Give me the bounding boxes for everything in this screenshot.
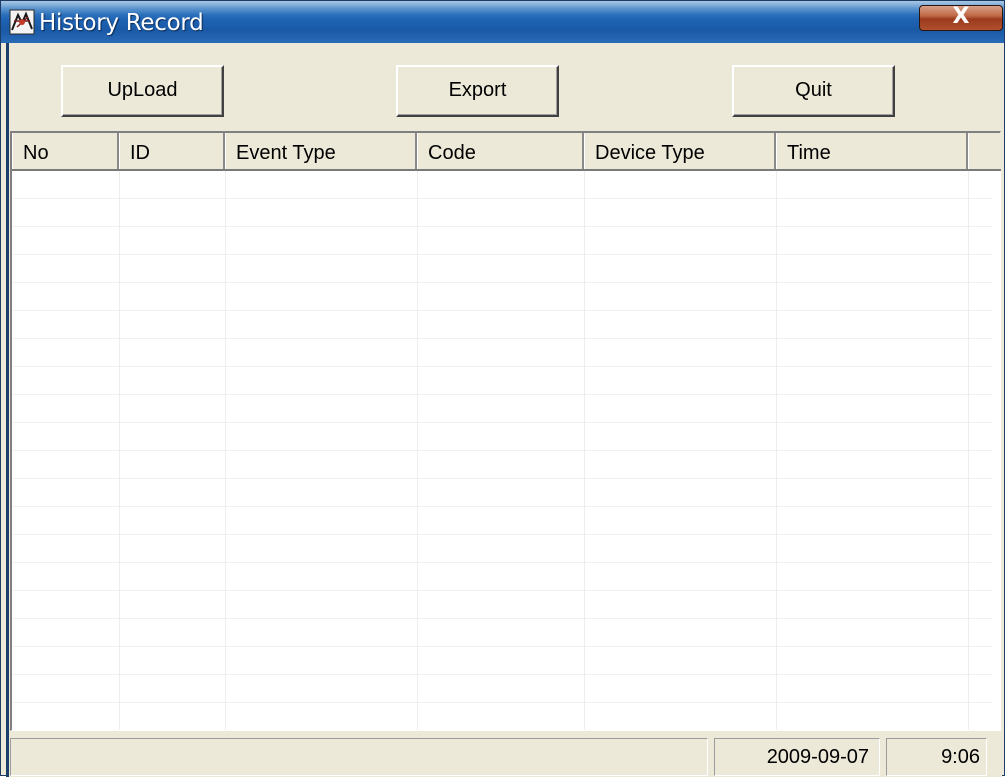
upload-button[interactable]: UpLoad <box>61 65 224 117</box>
column-gridline <box>776 171 777 730</box>
row-gridline <box>12 618 992 619</box>
close-button[interactable]: X <box>919 4 1003 31</box>
column-gridline <box>119 171 120 730</box>
column-header-no[interactable]: No <box>12 133 119 169</box>
column-gridline <box>225 171 226 730</box>
client-area: UpLoad Export Quit No ID Event Type Code… <box>6 43 1002 777</box>
column-gridline <box>584 171 585 730</box>
row-gridline <box>12 702 992 703</box>
status-message <box>10 738 708 776</box>
export-button[interactable]: Export <box>396 65 559 117</box>
row-gridline <box>12 478 992 479</box>
row-gridline <box>12 226 992 227</box>
row-gridline <box>12 366 992 367</box>
row-gridline <box>12 282 992 283</box>
row-gridline <box>12 674 992 675</box>
column-header-code[interactable]: Code <box>417 133 584 169</box>
column-header-event-type[interactable]: Event Type <box>225 133 417 169</box>
quit-button[interactable]: Quit <box>732 65 895 117</box>
column-gridline <box>417 171 418 730</box>
row-gridline <box>12 534 992 535</box>
app-icon <box>9 9 35 35</box>
column-header-id[interactable]: ID <box>119 133 225 169</box>
row-gridline <box>12 506 992 507</box>
row-gridline <box>12 198 992 199</box>
history-table[interactable]: No ID Event Type Code Device Type Time <box>10 131 1001 731</box>
history-record-window: History Record X UpLoad Export Quit No I… <box>0 0 1005 777</box>
window-title: History Record <box>39 10 204 36</box>
table-body[interactable] <box>12 171 1000 730</box>
row-gridline <box>12 422 992 423</box>
column-header-filler <box>968 133 1001 169</box>
status-time: 9:06 <box>886 738 987 776</box>
row-gridline <box>12 310 992 311</box>
row-gridline <box>12 394 992 395</box>
column-header-time[interactable]: Time <box>776 133 968 169</box>
status-bar: 2009-09-07 9:06 <box>9 734 1002 777</box>
row-gridline <box>12 338 992 339</box>
status-date: 2009-09-07 <box>714 738 880 776</box>
row-gridline <box>12 646 992 647</box>
row-gridline <box>12 562 992 563</box>
title-bar[interactable]: History Record X <box>1 1 1004 43</box>
column-gridline <box>968 171 969 730</box>
row-gridline <box>12 254 992 255</box>
row-gridline <box>12 450 992 451</box>
column-header-device-type[interactable]: Device Type <box>584 133 776 169</box>
close-icon: X <box>952 4 970 29</box>
row-gridline <box>12 590 992 591</box>
table-header: No ID Event Type Code Device Type Time <box>12 133 1001 171</box>
